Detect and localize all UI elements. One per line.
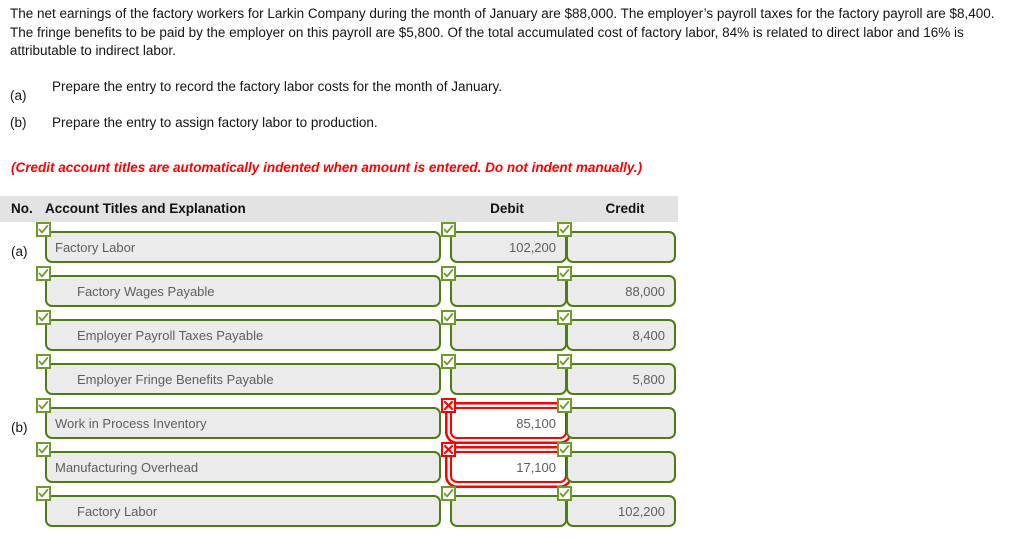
debit-amount-input[interactable] xyxy=(450,363,567,395)
requirement-text-b: Prepare the entry to assign factory labo… xyxy=(52,115,378,130)
table-header-row: No. Account Titles and Explanation Debit… xyxy=(0,196,678,222)
account-title-input[interactable]: Factory Labor xyxy=(45,231,441,263)
requirement-label-a: (a) xyxy=(10,88,27,103)
credit-amount-field[interactable]: 8,400 xyxy=(557,310,676,351)
credit-check-icon xyxy=(557,222,572,237)
credit-amount-field[interactable]: 5,800 xyxy=(557,354,676,395)
table-row: (b) Work in Process Inventory 85,100 xyxy=(0,398,680,451)
debit-check-icon xyxy=(441,266,456,281)
debit-amount-input[interactable]: 102,200 xyxy=(450,231,567,263)
debit-error-icon xyxy=(441,398,456,413)
table-row: Employer Fringe Benefits Payable 5,800 xyxy=(0,354,680,407)
requirement-label-b: (b) xyxy=(10,115,27,130)
credit-amount-input[interactable] xyxy=(566,231,676,263)
table-row: (a) Factory Labor 102,200 xyxy=(0,222,680,275)
credit-amount-input[interactable] xyxy=(566,407,676,439)
requirements-list: (a) Prepare the entry to record the fact… xyxy=(10,78,870,141)
debit-error-icon xyxy=(441,442,456,457)
debit-amount-input[interactable]: 85,100 xyxy=(450,407,567,439)
debit-amount-input[interactable]: 17,100 xyxy=(450,451,567,483)
account-title-field[interactable]: Factory Wages Payable xyxy=(36,266,441,307)
debit-amount-input[interactable] xyxy=(450,495,567,527)
account-title-input[interactable]: Manufacturing Overhead xyxy=(45,451,441,483)
debit-amount-field[interactable]: 102,200 xyxy=(441,222,567,263)
account-title-field[interactable]: Employer Fringe Benefits Payable xyxy=(36,354,441,395)
credit-amount-input[interactable]: 5,800 xyxy=(566,363,676,395)
credit-check-icon xyxy=(557,354,572,369)
credit-check-icon xyxy=(557,398,572,413)
debit-amount-field[interactable] xyxy=(441,266,567,307)
debit-amount-field[interactable]: 17,100 xyxy=(441,442,567,483)
credit-amount-field[interactable]: 88,000 xyxy=(557,266,676,307)
credit-check-icon xyxy=(557,266,572,281)
account-title-field[interactable]: Manufacturing Overhead xyxy=(36,442,441,483)
column-header-no: No. xyxy=(11,201,33,216)
debit-amount-field[interactable] xyxy=(441,354,567,395)
account-title-input[interactable]: Work in Process Inventory xyxy=(45,407,441,439)
account-check-icon xyxy=(36,222,51,237)
credit-amount-field[interactable] xyxy=(557,398,676,439)
credit-indent-notice: (Credit account titles are automatically… xyxy=(11,160,643,175)
account-title-field[interactable]: Factory Labor xyxy=(36,486,441,527)
credit-check-icon xyxy=(557,486,572,501)
account-check-icon xyxy=(36,486,51,501)
debit-check-icon xyxy=(441,310,456,325)
account-title-field[interactable]: Employer Payroll Taxes Payable xyxy=(36,310,441,351)
debit-check-icon xyxy=(441,222,456,237)
journal-entry-table: No. Account Titles and Explanation Debit… xyxy=(0,196,680,539)
requirement-item-b: (b) Prepare the entry to assign factory … xyxy=(10,114,870,132)
account-check-icon xyxy=(36,310,51,325)
account-title-input[interactable]: Factory Wages Payable xyxy=(45,275,441,307)
problem-statement: The net earnings of the factory workers … xyxy=(10,6,995,58)
credit-amount-input[interactable]: 88,000 xyxy=(566,275,676,307)
column-header-account: Account Titles and Explanation xyxy=(45,201,246,216)
table-row: Employer Payroll Taxes Payable 8,400 xyxy=(0,310,680,363)
debit-amount-field[interactable] xyxy=(441,486,567,527)
account-title-input[interactable]: Factory Labor xyxy=(45,495,441,527)
credit-amount-input[interactable]: 102,200 xyxy=(566,495,676,527)
credit-amount-input[interactable]: 8,400 xyxy=(566,319,676,351)
credit-check-icon xyxy=(557,310,572,325)
credit-check-icon xyxy=(557,442,572,457)
credit-amount-field[interactable] xyxy=(557,222,676,263)
table-row: Factory Labor 102,200 xyxy=(0,486,680,539)
account-title-field[interactable]: Factory Labor xyxy=(36,222,441,263)
debit-amount-input[interactable] xyxy=(450,319,567,351)
requirement-item-a: (a) Prepare the entry to record the fact… xyxy=(10,78,870,105)
row-number-label: (b) xyxy=(11,420,28,435)
account-title-input[interactable]: Employer Payroll Taxes Payable xyxy=(45,319,441,351)
account-check-icon xyxy=(36,354,51,369)
debit-amount-input[interactable] xyxy=(450,275,567,307)
account-check-icon xyxy=(36,266,51,281)
row-number-label: (a) xyxy=(11,244,28,259)
debit-check-icon xyxy=(441,354,456,369)
debit-amount-field[interactable] xyxy=(441,310,567,351)
requirement-text-a: Prepare the entry to record the factory … xyxy=(52,79,502,94)
table-row: Manufacturing Overhead 17,100 xyxy=(0,442,680,495)
account-check-icon xyxy=(36,398,51,413)
debit-check-icon xyxy=(441,486,456,501)
column-header-debit: Debit xyxy=(490,201,524,216)
account-title-input[interactable]: Employer Fringe Benefits Payable xyxy=(45,363,441,395)
account-check-icon xyxy=(36,442,51,457)
table-row: Factory Wages Payable 88,000 xyxy=(0,266,680,319)
debit-amount-field[interactable]: 85,100 xyxy=(441,398,567,439)
credit-amount-field[interactable]: 102,200 xyxy=(557,486,676,527)
account-title-field[interactable]: Work in Process Inventory xyxy=(36,398,441,439)
credit-amount-input[interactable] xyxy=(566,451,676,483)
table-body: (a) Factory Labor 102,200 Factory Wages Pay… xyxy=(0,222,680,539)
credit-amount-field[interactable] xyxy=(557,442,676,483)
column-header-credit: Credit xyxy=(605,201,645,216)
